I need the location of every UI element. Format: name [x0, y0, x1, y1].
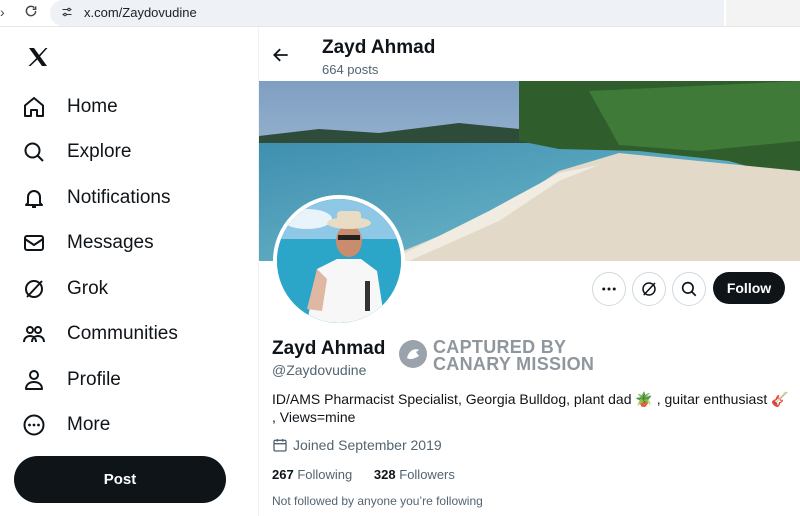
followers-link[interactable]: 328 Followers — [374, 467, 455, 482]
sidebar: Home Explore Notifications Messages Grok… — [0, 27, 258, 516]
sidebar-item-messages[interactable]: Messages — [22, 223, 252, 263]
sidebar-item-more[interactable]: More — [22, 405, 252, 445]
more-horizontal-icon — [602, 287, 616, 291]
x-logo[interactable] — [26, 45, 50, 69]
more-circle-icon — [23, 414, 45, 436]
profile-name: Zayd Ahmad — [272, 338, 386, 359]
following-link[interactable]: 267 Following — [272, 467, 352, 482]
bio-line: ID/AMS Pharmacist Specialist, Georgia Bu… — [272, 391, 789, 407]
sidebar-item-label: Notifications — [67, 187, 171, 208]
sidebar-item-label: Home — [67, 96, 118, 117]
profile-column: Zayd Ahmad 664 posts Follow Zayd Ahmad @… — [259, 27, 800, 516]
browser-toolbar: › x.com/Zaydovudine — [0, 0, 800, 27]
back-arrow-icon[interactable] — [271, 45, 291, 65]
home-icon — [24, 97, 44, 117]
profile-handle: @Zaydovudine — [272, 362, 367, 378]
sidebar-item-label: Communities — [67, 323, 178, 344]
profile-bio: ID/AMS Pharmacist Specialist, Georgia Bu… — [272, 390, 792, 426]
calendar-icon — [273, 439, 287, 452]
search-icon — [24, 142, 44, 162]
avatar[interactable] — [273, 195, 405, 327]
canary-mission-stamp-icon — [399, 340, 427, 368]
followers-label: Followers — [399, 467, 455, 482]
post-button[interactable]: Post — [14, 456, 226, 503]
stamp-text-line2: CANARY MISSION — [433, 354, 595, 374]
search-profile-button[interactable] — [672, 272, 706, 306]
sidebar-item-label: Grok — [67, 278, 109, 299]
envelope-icon — [24, 235, 44, 251]
sidebar-item-label: Explore — [67, 141, 132, 162]
sidebar-item-explore[interactable]: Explore — [22, 132, 252, 172]
sidebar-item-notifications[interactable]: Notifications — [22, 178, 252, 218]
follow-button[interactable]: Follow — [713, 272, 785, 304]
forward-arrow-icon[interactable]: › — [0, 4, 5, 20]
sidebar-item-communities[interactable]: Communities — [22, 314, 252, 354]
not-followed-note: Not followed by anyone you’re following — [272, 494, 483, 508]
sidebar-item-profile[interactable]: Profile — [22, 360, 252, 400]
communities-icon — [23, 326, 45, 343]
bell-icon — [25, 190, 43, 208]
following-count: 267 — [272, 467, 294, 482]
address-bar[interactable]: x.com/Zaydovudine — [50, 0, 724, 26]
person-icon — [25, 370, 43, 390]
sidebar-item-label: Profile — [67, 369, 121, 390]
bio-line: , Views=mine — [272, 409, 356, 425]
sidebar-item-label: More — [67, 414, 111, 435]
joined-text: Joined September 2019 — [293, 437, 442, 453]
joined-date: Joined September 2019 — [272, 437, 442, 453]
reload-icon[interactable] — [24, 4, 38, 21]
sidebar-item-label: Messages — [67, 232, 154, 253]
search-icon — [681, 281, 697, 297]
grok-button[interactable] — [632, 272, 666, 306]
follow-stats: 267 Following 328 Followers — [272, 467, 455, 482]
followers-count: 328 — [373, 467, 396, 482]
header-post-count: 664 posts — [322, 62, 379, 77]
sidebar-item-grok[interactable]: Grok — [22, 269, 252, 309]
header-name: Zayd Ahmad — [322, 37, 436, 58]
toolbar-extension-area — [726, 0, 800, 26]
more-options-button[interactable] — [592, 272, 626, 306]
grok-icon — [642, 282, 656, 296]
sidebar-item-home[interactable]: Home — [22, 87, 252, 127]
site-settings-icon[interactable] — [61, 6, 73, 18]
grok-icon — [25, 280, 43, 298]
following-label: Following — [297, 467, 353, 482]
url-text[interactable]: x.com/Zaydovudine — [84, 5, 197, 20]
